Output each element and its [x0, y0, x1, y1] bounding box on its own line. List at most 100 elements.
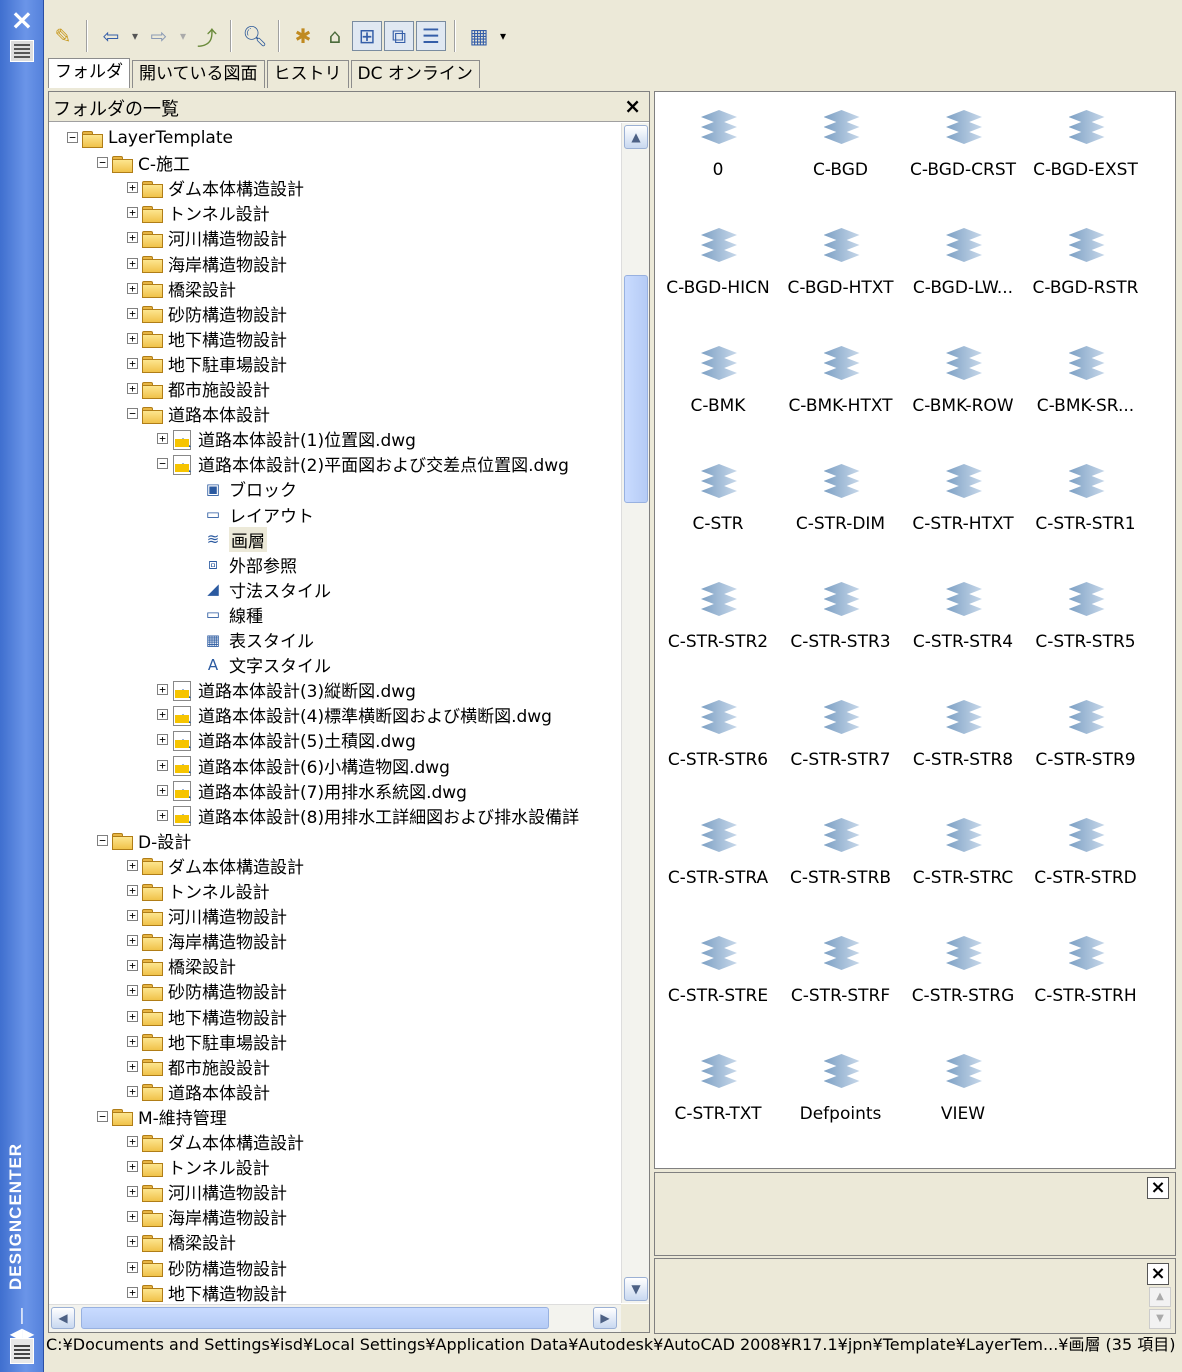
tree-drawing-node[interactable]: + 道路本体設計(7)用排水系統図.dwg [157, 778, 467, 803]
expand-icon[interactable]: + [127, 207, 138, 219]
layer-item[interactable]: C-STR-STRG [902, 926, 1024, 1044]
expand-icon[interactable]: + [127, 935, 138, 947]
tree-folder-node[interactable]: + ダム本体構造設計 [127, 175, 304, 200]
expand-icon[interactable]: + [157, 433, 168, 445]
preview-toggle-icon[interactable]: ⧉ [384, 21, 414, 51]
tree-folder-node[interactable]: + 都市施設設計 [127, 376, 270, 401]
expand-icon[interactable]: + [127, 232, 138, 244]
scroll-down-icon[interactable]: ▼ [1149, 1309, 1171, 1329]
properties-icon[interactable] [10, 1338, 34, 1364]
palette-title-bar[interactable]: × DESIGNCENTER |◀▶ [0, 0, 44, 1372]
tree-drawing-node[interactable]: + 道路本体設計(4)標準横断図および横断図.dwg [157, 702, 552, 727]
tree-folder-node[interactable]: + トンネル設計 [127, 1154, 270, 1179]
tree-content-node[interactable]: ▭ レイアウト [201, 502, 314, 527]
tree-folder-node[interactable]: − C-施工 [97, 150, 190, 175]
tab-folders[interactable]: フォルダ [48, 58, 130, 88]
layer-item[interactable]: C-STR-STRF [780, 926, 902, 1044]
layer-item[interactable]: C-BGD-HTXT [780, 218, 902, 336]
layer-item[interactable]: C-BMK-SR... [1025, 336, 1147, 454]
layer-item[interactable]: C-BMK-ROW [902, 336, 1024, 454]
tree-drawing-node[interactable]: − 道路本体設計(2)平面図および交差点位置図.dwg [157, 451, 569, 476]
tree-folder-node[interactable]: + 道路本体設計 [127, 1079, 270, 1104]
tree-folder-node[interactable]: + ダム本体構造設計 [127, 853, 304, 878]
tab-dc-online[interactable]: DC オンライン [350, 60, 480, 88]
expand-icon[interactable]: + [127, 1186, 138, 1198]
up-folder-icon[interactable]: ⤴ [192, 21, 222, 51]
expand-icon[interactable]: + [127, 357, 138, 369]
expand-icon[interactable]: + [127, 257, 138, 269]
scroll-down-icon[interactable]: ▼ [624, 1277, 648, 1301]
expand-icon[interactable]: + [127, 1136, 138, 1147]
layer-item[interactable]: C-BMK [657, 336, 779, 454]
tree-folder-node[interactable]: + 海岸構造物設計 [127, 251, 287, 276]
layer-item[interactable]: C-STR-STRB [780, 808, 902, 926]
layer-item[interactable]: C-BGD-HICN [657, 218, 779, 336]
layer-item[interactable]: C-STR-STR5 [1025, 572, 1147, 690]
load-icon[interactable]: ✎ [48, 21, 78, 51]
forward-arrow-icon[interactable]: ⇨ [144, 21, 174, 51]
expand-icon[interactable]: + [127, 960, 138, 972]
tree-folder-node[interactable]: + 地下構造物設計 [127, 1280, 287, 1303]
layer-item[interactable]: C-STR-STRD [1025, 808, 1147, 926]
expand-icon[interactable]: + [127, 1236, 138, 1248]
collapse-icon[interactable]: − [127, 408, 138, 420]
layer-item[interactable]: VIEW [902, 1044, 1024, 1162]
tree-folder-node[interactable]: + 地下駐車場設計 [127, 1029, 287, 1054]
tree-folder-node[interactable]: + 橋梁設計 [127, 276, 236, 301]
scroll-thumb[interactable] [624, 275, 648, 503]
expand-icon[interactable]: + [127, 859, 138, 871]
home-icon[interactable]: ⌂ [320, 21, 350, 51]
expand-icon[interactable]: + [127, 1161, 138, 1173]
tree-folder-node[interactable]: + 橋梁設計 [127, 1229, 236, 1254]
collapse-icon[interactable]: − [97, 1110, 108, 1122]
expand-icon[interactable]: + [127, 307, 138, 319]
collapse-icon[interactable]: − [97, 157, 108, 169]
expand-icon[interactable]: + [127, 1085, 138, 1097]
tree-folder-node[interactable]: + 地下構造物設計 [127, 1004, 287, 1029]
collapse-icon[interactable]: − [67, 132, 78, 143]
tree-content-node[interactable]: ▣ ブロック [201, 476, 297, 502]
tree-drawing-node[interactable]: + 道路本体設計(1)位置図.dwg [157, 426, 416, 451]
expand-icon[interactable]: + [127, 1035, 138, 1047]
tree-folder-node[interactable]: + トンネル設計 [127, 200, 270, 225]
favorites-icon[interactable]: ✱ [288, 21, 318, 51]
layer-item[interactable]: C-STR-STRE [657, 926, 779, 1044]
scroll-up-icon[interactable]: ▲ [624, 125, 648, 149]
layer-item[interactable]: C-STR-HTXT [902, 454, 1024, 572]
back-dropdown-icon[interactable]: ▾ [128, 21, 142, 51]
expand-icon[interactable]: + [157, 709, 168, 721]
tab-history[interactable]: ヒストリ [266, 60, 349, 88]
expand-icon[interactable]: + [127, 985, 138, 997]
tree-folder-node[interactable]: + 砂防構造物設計 [127, 978, 287, 1003]
tree-drawing-node[interactable]: + 道路本体設計(3)縦断図.dwg [157, 677, 416, 702]
tree-close-icon[interactable]: × [624, 94, 641, 118]
layer-item[interactable]: C-BGD-EXST [1025, 100, 1147, 218]
expand-icon[interactable]: + [127, 1060, 138, 1072]
description-close-icon[interactable]: × [1147, 1263, 1169, 1285]
expand-icon[interactable]: + [127, 910, 138, 922]
layer-item[interactable]: C-STR-STRA [657, 808, 779, 926]
views-dropdown-icon[interactable]: ▾ [496, 21, 510, 51]
layer-item[interactable]: C-STR [657, 454, 779, 572]
layer-item[interactable]: C-BGD-RSTR [1025, 218, 1147, 336]
layer-item[interactable]: C-STR-STR9 [1025, 690, 1147, 808]
tree-folder-node[interactable]: + ダム本体構造設計 [127, 1129, 304, 1154]
expand-icon[interactable]: + [157, 784, 168, 796]
tree-folder-node[interactable]: + 砂防構造物設計 [127, 1255, 287, 1280]
properties-menu-icon[interactable] [10, 40, 34, 62]
tree-folder-node[interactable]: − 道路本体設計 [127, 401, 270, 426]
tree-folder-node[interactable]: + 砂防構造物設計 [127, 301, 287, 326]
tree-content-node[interactable]: ▭ 線種 [201, 602, 263, 627]
layer-item[interactable]: Defpoints [780, 1044, 902, 1162]
scroll-thumb[interactable] [81, 1307, 549, 1329]
tab-open-drawings[interactable]: 開いている図面 [132, 60, 265, 88]
expand-icon[interactable]: + [127, 1211, 138, 1223]
tree-vertical-scrollbar[interactable]: ▲ ▼ [621, 123, 649, 1303]
tree-folder-node[interactable]: − LayerTemplate [67, 125, 233, 150]
tree-content-node[interactable]: ≋ 画層 [201, 526, 267, 552]
auto-hide-icon[interactable]: |◀▶ [9, 1305, 35, 1343]
layer-item[interactable]: C-STR-STR1 [1025, 454, 1147, 572]
layer-item[interactable]: C-STR-STRH [1025, 926, 1147, 1044]
tree-folder-node[interactable]: + 河川構造物設計 [127, 903, 287, 928]
back-arrow-icon[interactable]: ⇦ [96, 21, 126, 51]
